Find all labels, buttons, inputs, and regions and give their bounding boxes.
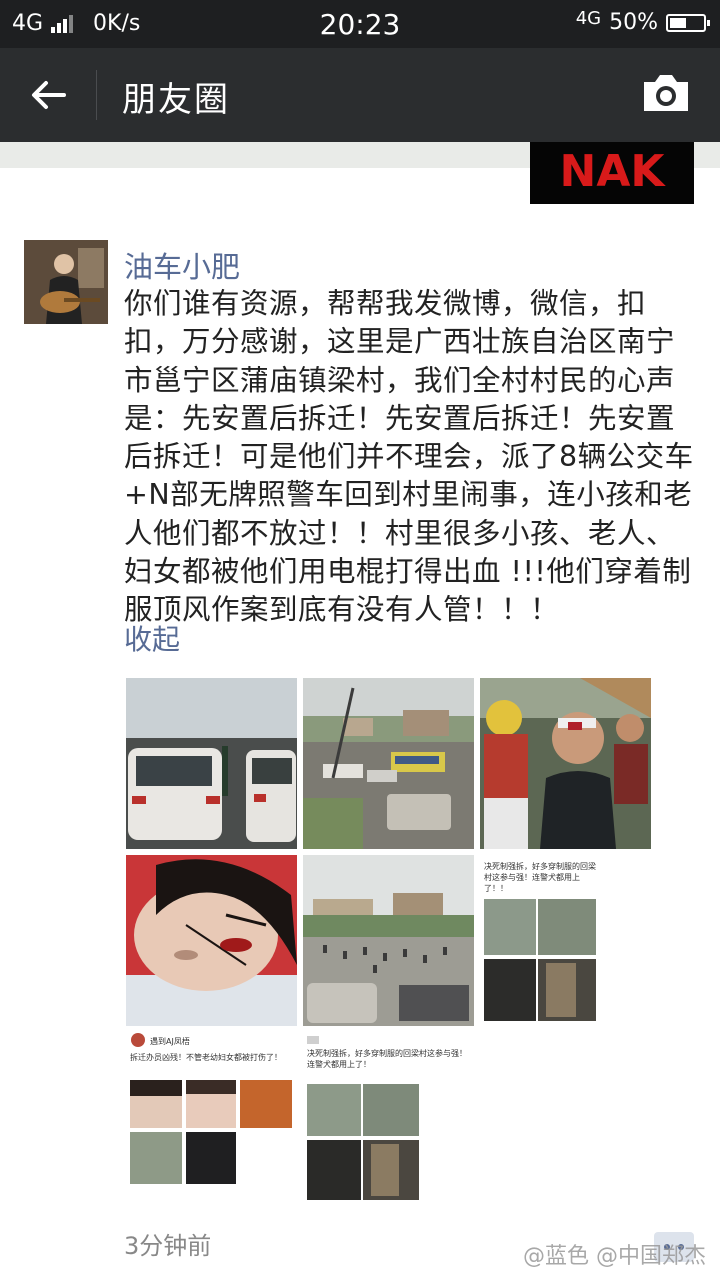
prev-thumb-text: NAK [560, 146, 667, 197]
photo-screenshot-weibo[interactable]: 遇到AJ凤梧 拆迁办员凶残！不管老幼妇女都被打伤了！ [126, 1032, 297, 1203]
photo-injured-woman[interactable] [126, 855, 297, 1026]
avatar[interactable] [24, 240, 108, 324]
photo-crowd-field[interactable] [303, 855, 474, 1026]
post-time: 3分钟前 [124, 1232, 212, 1260]
camera-icon[interactable] [640, 70, 692, 116]
previous-post-thumbnail[interactable]: NAK [530, 142, 694, 204]
collapse-link[interactable]: 收起 [124, 618, 180, 658]
watermark: @蓝色 @中国郑杰 [523, 1244, 706, 1269]
status-bar: 4G 0K/s 20:23 4G 50% [0, 0, 720, 48]
network-type-right: 4G [575, 8, 602, 29]
photo-injured-man[interactable] [480, 678, 651, 849]
post-username[interactable]: 油车小肥 [124, 244, 240, 286]
back-arrow-icon[interactable] [26, 72, 72, 118]
battery-percent: 50% [609, 10, 658, 35]
photo-screenshot-post[interactable]: 决死制强拆，好多穿制服的回梁村这参与强！连警犬都用上了！！ [480, 855, 651, 1026]
post-content: 你们谁有资源，帮帮我发微博，微信，扣扣，万分感谢，这里是广西壮族自治区南宁市邕宁… [124, 287, 694, 627]
photo-screenshot-post-2[interactable]: 决死制强拆，好多穿制服的回梁村这参与强！连警犬都用上了！ [303, 1032, 474, 1203]
page-title: 朋友圈 [122, 80, 230, 120]
photo-cars-traffic[interactable] [126, 678, 297, 849]
photo-village-buses[interactable] [303, 678, 474, 849]
battery-icon [666, 13, 710, 32]
title-divider [96, 70, 97, 120]
title-bar: 朋友圈 [0, 48, 720, 142]
